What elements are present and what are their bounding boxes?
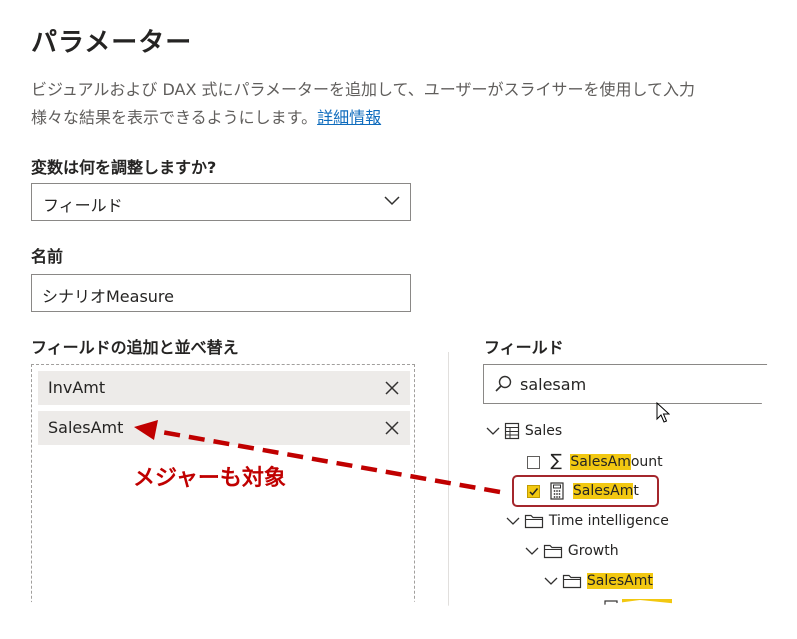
folder-icon — [563, 574, 582, 589]
chevron-down-icon[interactable] — [525, 546, 539, 556]
tree-item-label: Time intelligence — [548, 513, 669, 529]
chevron-down-icon — [384, 196, 400, 206]
pane-divider — [448, 352, 449, 608]
name-label: 名前 — [31, 247, 64, 266]
close-icon[interactable] — [384, 380, 400, 396]
fields-add-label: フィールドの追加と並べ替え — [31, 338, 239, 357]
description-line-1: ビジュアルおよび DAX 式にパラメーターを追加して、ユーザーがスライサーを使用… — [31, 80, 695, 99]
tree-item-sales-table[interactable]: Sales — [486, 420, 562, 442]
field-chip-salesamt[interactable]: SalesAmt — [38, 411, 410, 445]
field-chip-label: SalesAmt — [48, 418, 124, 437]
checkbox[interactable] — [527, 455, 540, 469]
search-highlight — [622, 599, 673, 608]
variable-label: 変数は何を調整しますか? — [31, 158, 217, 177]
tree-item-label: SalesAmount — [570, 454, 663, 470]
calculator-icon — [604, 600, 618, 608]
tree-item-label: Sales — [524, 423, 563, 439]
highlight-box — [512, 475, 659, 507]
search-icon — [495, 375, 512, 392]
description-line-2: 様々な結果を表示できるようにします。 — [31, 108, 318, 127]
folder-icon — [544, 544, 563, 559]
field-chip-label: InvAmt — [48, 378, 106, 397]
chevron-down-icon[interactable] — [506, 516, 520, 526]
name-input-value: シナリオMeasure — [42, 287, 175, 306]
search-highlight: SalesAm — [570, 454, 631, 470]
label-rest: ount — [630, 454, 663, 470]
search-input[interactable]: salesam — [483, 364, 769, 404]
tree-item-label: Growth — [567, 543, 619, 559]
tree-item-growth[interactable]: Growth — [525, 540, 619, 562]
folder-icon — [525, 514, 544, 529]
search-input-value: salesam — [520, 375, 587, 394]
parameter-dialog: パラメーター ビジュアルおよび DAX 式にパラメーターを追加して、ユーザーがス… — [0, 0, 769, 608]
chevron-down-icon[interactable] — [486, 426, 500, 436]
tree-item-label: SalesAmt — [586, 573, 653, 589]
close-icon[interactable] — [384, 420, 400, 436]
annotation-text: メジャーも対象 — [133, 466, 286, 491]
page: パラメーター ビジュアルおよび DAX 式にパラメーターを追加して、ユーザーがス… — [0, 0, 797, 639]
learn-more-link[interactable]: 詳細情報 — [317, 108, 381, 127]
tree-item-salesamount[interactable]: ∑ SalesAmount — [527, 450, 663, 472]
page-title: パラメーター — [31, 28, 193, 58]
sum-icon: ∑ — [550, 451, 562, 471]
tree-item-clipped — [604, 598, 673, 608]
tree-item-growth-salesamt[interactable]: SalesAmt — [544, 570, 653, 592]
fields-drop-area[interactable]: InvAmt SalesAmt — [31, 364, 415, 608]
variable-dropdown[interactable]: フィールド — [31, 183, 411, 221]
chevron-down-icon[interactable] — [544, 576, 558, 586]
fields-pane-label: フィールド — [484, 338, 564, 357]
tree-item-time-intelligence[interactable]: Time intelligence — [506, 510, 669, 532]
field-chip-invamt[interactable]: InvAmt — [38, 371, 410, 405]
mouse-cursor-icon — [656, 401, 671, 428]
table-icon — [505, 422, 520, 440]
name-input[interactable]: シナリオMeasure — [31, 274, 411, 312]
variable-dropdown-value: フィールド — [43, 196, 123, 215]
dialog-description: ビジュアルおよび DAX 式にパラメーターを追加して、ユーザーがスライサーを使用… — [31, 76, 769, 132]
